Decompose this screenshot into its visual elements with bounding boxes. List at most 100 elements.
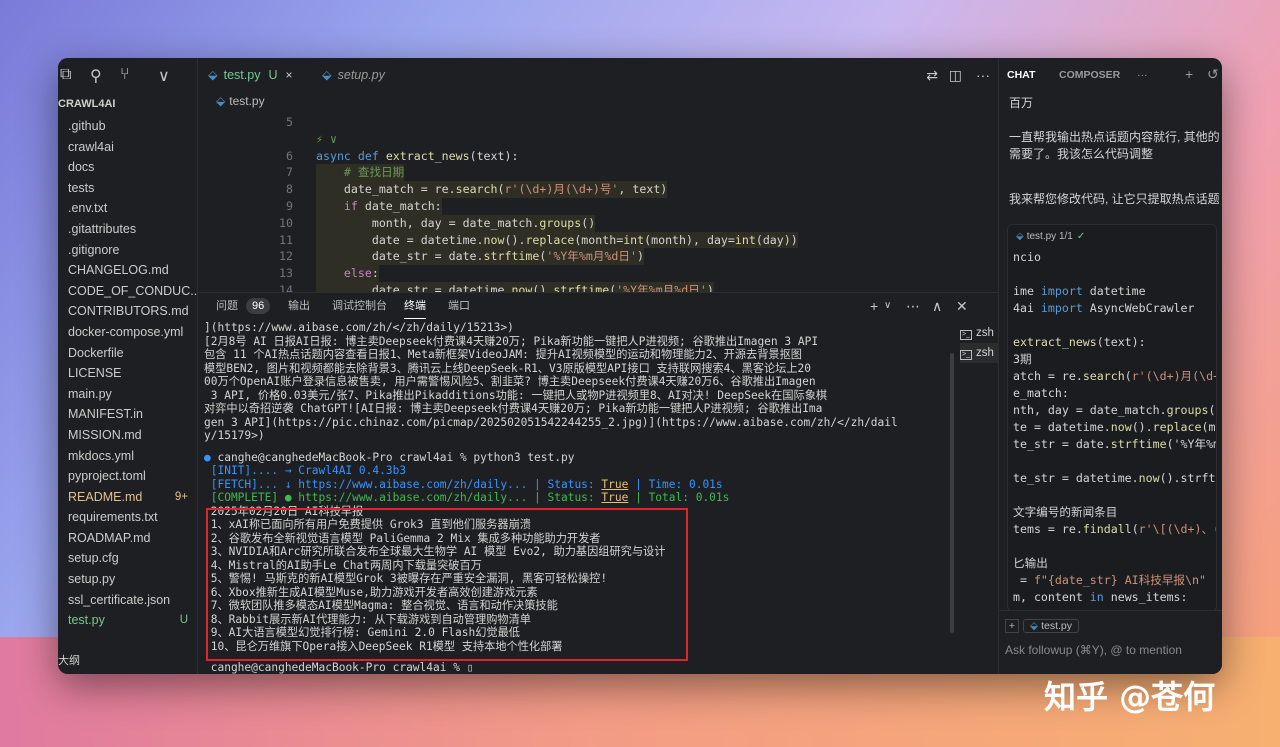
code-line[interactable]: 5 [198, 114, 998, 131]
file-name: Dockerfile [68, 345, 124, 360]
code-suggestion-card[interactable]: ⬙ test.py 1/1 ✓ ncio ime import datetime 4ai… [1007, 224, 1217, 612]
line-text: date_str = date.strftime('%Y年%m月%d日') [316, 248, 644, 266]
tab-test-py[interactable]: ⬙ test.py U × [208, 58, 293, 92]
file-name: ssl_certificate.json [68, 592, 171, 607]
file-tree-item[interactable]: requirements.txt [68, 507, 198, 528]
more-icon[interactable]: ··· [976, 58, 990, 92]
file-tree-item[interactable]: .env.txt [68, 198, 198, 219]
file-tree-item[interactable]: .gitignore [68, 240, 198, 261]
file-tree-item[interactable]: .github [68, 116, 198, 137]
file-tree-item[interactable]: ssl_certificate.json [68, 590, 198, 611]
terminal-spacer [204, 443, 899, 451]
file-tree-item[interactable]: CHANGELOG.md [68, 260, 198, 281]
chevron-down-icon[interactable]: ∨ [158, 66, 170, 86]
more-icon[interactable]: ⋯ [906, 293, 920, 319]
file-tree-item[interactable]: setup.py [68, 569, 198, 590]
code-line[interactable]: 12 date_str = date.strftime('%Y年%m月%d日') [198, 248, 998, 266]
file-name: .env.txt [68, 201, 108, 216]
file-name: mkdocs.yml [68, 448, 134, 463]
file-status-badge: 9+ [174, 490, 188, 503]
python-file-icon: ⬙ [1030, 620, 1039, 632]
file-tree-item[interactable]: docker-compose.yml [68, 322, 198, 343]
file-tree-item[interactable]: ROADMAP.md [68, 528, 198, 549]
file-tree-item[interactable]: CODE_OF_CONDUC... [68, 281, 201, 302]
vscode-window: ⧉ ⚲ ⑂ ∨ CRAWL4AI .github crawl4ai docs test… [58, 58, 1222, 674]
file-tree-item[interactable]: mkdocs.yml [68, 446, 198, 467]
file-tree-item[interactable]: MISSION.md [68, 425, 198, 446]
terminal-line: 对弈中以奇招逆袭 ChatGPT![AI日报: 博主卖Deepseek付费课4天… [204, 402, 823, 415]
terminal-scrollbar[interactable] [950, 353, 954, 633]
code-line[interactable]: 8 date_match = re.search(r'(\d+)月(\d+)号'… [198, 181, 998, 198]
terminal-item[interactable]: >_ zsh [960, 343, 998, 363]
new-terminal-icon[interactable]: + [870, 293, 878, 319]
close-panel-icon[interactable]: ✕ [956, 293, 968, 319]
followup-input[interactable]: Ask followup (⌘Y), @ to mention [1005, 643, 1182, 657]
tab-terminal[interactable]: 终端 [404, 293, 426, 319]
file-tree-item[interactable]: main.py [68, 384, 198, 405]
file-tree-item[interactable]: Dockerfile [68, 343, 198, 364]
code-line[interactable]: 13 else: [198, 265, 998, 282]
card-code-line: te = datetime.now().replace(mon [1013, 420, 1216, 434]
file-name: CODE_OF_CONDUC... [68, 283, 201, 298]
new-chat-icon[interactable]: + [1185, 66, 1193, 82]
file-status-badge: U [179, 614, 188, 627]
problem-count-badge: 96 [246, 298, 271, 314]
add-context-icon[interactable]: + [1005, 619, 1019, 633]
file-name: tests [68, 180, 95, 195]
news-item: 10、昆仑万维旗下Opera接入DeepSeek R1模型 支持本地个性化部署 [204, 639, 563, 653]
compare-icon[interactable]: ⇄ [926, 58, 938, 92]
editor: ⬙ test.py U × ⬙ setup.py ⇄ ◫ ··· ⬙ test.py 5 ⚡… [198, 58, 998, 299]
python-file-icon: ⬙ [216, 94, 226, 108]
line-text: if date_match: [316, 197, 442, 215]
file-chip[interactable]: ⬙ test.py [1023, 619, 1080, 633]
breadcrumb[interactable]: ⬙ test.py [216, 94, 265, 108]
tab-ports[interactable]: 端口 [448, 293, 470, 319]
file-name: test.py [68, 613, 105, 628]
outline-section[interactable]: 大纲 [58, 652, 80, 668]
card-code-line: m, content in news_items: [1013, 590, 1188, 604]
history-icon[interactable]: ↺ [1207, 66, 1219, 83]
more-icon[interactable]: ··· [1137, 58, 1148, 92]
tab-output[interactable]: 输出 [288, 293, 310, 319]
card-code-line: 3期 [1013, 352, 1032, 366]
line-number: 13 [279, 266, 293, 281]
code-line[interactable]: ⚡ ∨ [198, 131, 998, 148]
card-code-line [1013, 453, 1216, 470]
chat-input[interactable]: + ⬙ test.py Ask followup (⌘Y), @ to mentio… [999, 610, 1222, 674]
code-line[interactable]: 9 if date_match: [198, 197, 998, 215]
code-line[interactable]: 7 # 查找日期 [198, 164, 998, 182]
file-tree-item[interactable]: crawl4ai [68, 137, 198, 158]
file-tree-item[interactable]: setup.cfg [68, 548, 198, 569]
tab-problems[interactable]: 问题 96 [216, 293, 271, 319]
close-icon[interactable]: × [285, 68, 292, 82]
code-line[interactable]: 11 date = datetime.now().replace(month=i… [198, 231, 998, 249]
code-area[interactable]: 5 ⚡ ∨ 6 async def extract_news(text): 7 # 查找… [198, 114, 998, 299]
tab-composer[interactable]: COMPOSER [1059, 58, 1120, 92]
file-tree-item[interactable]: CONTRIBUTORS.md [68, 301, 198, 322]
split-editor-icon[interactable]: ◫ [949, 58, 962, 92]
tab-label: setup.py [337, 68, 385, 82]
files-icon[interactable]: ⧉ [60, 66, 71, 84]
file-tree-item[interactable]: pyproject.toml [68, 466, 198, 487]
chevron-down-icon[interactable]: ∨ [884, 293, 891, 319]
terminal-output[interactable]: ](https://www.aibase.com/zh/</zh/daily/1… [204, 321, 899, 674]
search-icon[interactable]: ⚲ [90, 66, 102, 86]
file-tree-item[interactable]: docs [68, 157, 198, 178]
file-tree-item[interactable]: MANIFEST.in [68, 404, 198, 425]
code-line[interactable]: 10 month, day = date_match.groups() [198, 214, 998, 232]
file-tree-item[interactable]: LICENSE [68, 363, 198, 384]
tab-chat[interactable]: CHAT [1007, 58, 1035, 92]
maximize-icon[interactable]: ∧ [932, 293, 942, 319]
file-name: setup.py [68, 572, 116, 587]
file-tree-item[interactable]: .gitattributes [68, 219, 198, 240]
file-tree-item[interactable]: README.md 9+ [68, 487, 198, 508]
file-name: CHANGELOG.md [68, 263, 169, 278]
file-tree-item[interactable]: test.py U [68, 610, 198, 631]
breadcrumb-file: test.py [229, 94, 265, 108]
tab-debug-console[interactable]: 调试控制台 [332, 293, 387, 319]
source-control-icon[interactable]: ⑂ [120, 66, 130, 84]
terminal-item[interactable]: >_ zsh [960, 323, 998, 343]
code-line[interactable]: 6 async def extract_news(text): [198, 148, 998, 165]
file-tree-item[interactable]: tests [68, 178, 198, 199]
tab-setup-py[interactable]: ⬙ setup.py [322, 58, 385, 92]
